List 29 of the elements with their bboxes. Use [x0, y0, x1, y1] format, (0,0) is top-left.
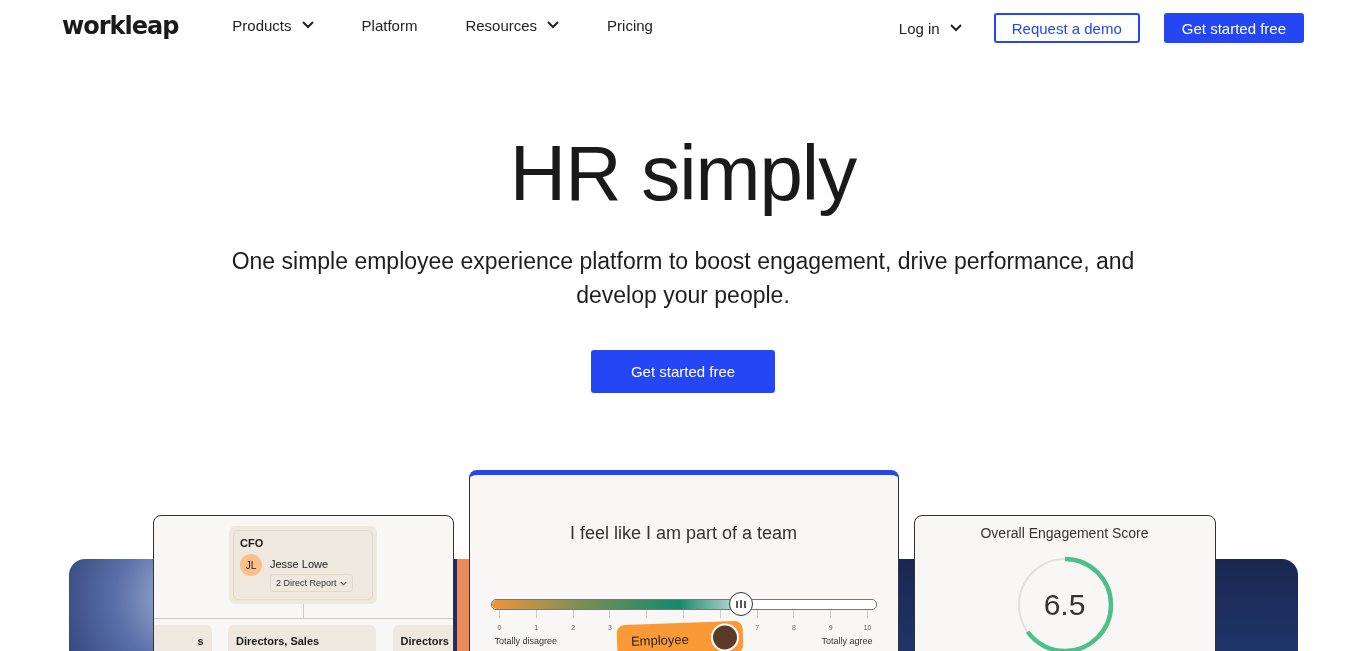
- get-started-button[interactable]: Get started free: [1163, 13, 1304, 43]
- request-demo-button[interactable]: Request a demo: [993, 13, 1140, 43]
- score-title: Overall Engagement Score: [980, 525, 1149, 541]
- direct-report-dropdown[interactable]: 2 Direct Report: [270, 574, 353, 592]
- avatar: JL: [240, 554, 262, 576]
- cta-button[interactable]: Get started free: [591, 350, 775, 393]
- node-title: Directors, Sales: [236, 635, 320, 647]
- scale-min-label: Totally disagree: [494, 636, 558, 646]
- slider[interactable]: [490, 591, 877, 618]
- node-title: s: [197, 635, 204, 647]
- survey-question: I feel like I am part of a team: [569, 523, 798, 544]
- hero-title: HR simply: [509, 128, 857, 219]
- role-title: CFO: [240, 537, 265, 549]
- chevron-down-icon: [949, 24, 962, 32]
- nav-link[interactable]: Pricing: [607, 16, 653, 34]
- scale-max-label: Totally agree: [821, 636, 873, 646]
- person-name: Jesse Lowe: [270, 557, 330, 570]
- avatar: [710, 622, 740, 651]
- score-value: 6.5: [1042, 588, 1087, 622]
- nav-link[interactable]: Platform: [361, 16, 418, 34]
- hero-subtitle: One simple employee experience platform to boost engagement, drive performance, and develop your people.: [230, 247, 1136, 310]
- chevron-down-icon: [339, 580, 347, 586]
- login-link[interactable]: Log in: [898, 19, 962, 37]
- slider-thumb[interactable]: [729, 592, 754, 616]
- employee-tooltip: Employee: [616, 620, 744, 651]
- node-title: Directors: [400, 635, 449, 647]
- logo[interactable]: workleap: [62, 12, 179, 40]
- nav-link[interactable]: Products: [232, 16, 314, 34]
- nav-link[interactable]: Resources: [465, 16, 560, 34]
